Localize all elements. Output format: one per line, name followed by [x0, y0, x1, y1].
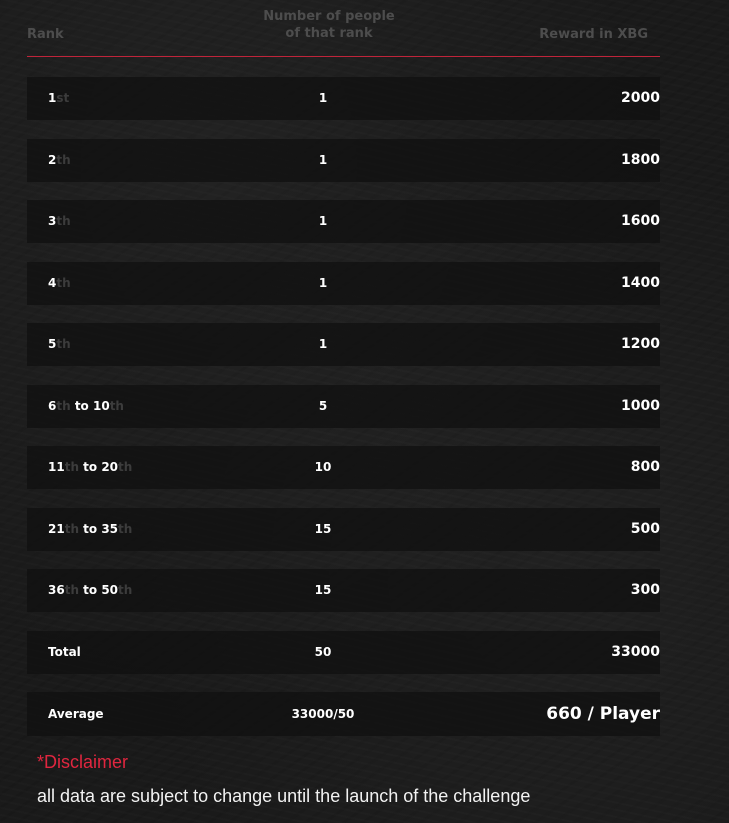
reward-column-header: Reward in XBG	[539, 27, 648, 42]
reward-table: 1st 1 2000 2th 1 1800 3th 1 1600 4th 1 1…	[27, 77, 660, 755]
rank-range-separator: to	[78, 460, 102, 474]
count-cell: 1	[318, 152, 328, 167]
reward-cell: 1400	[621, 274, 660, 291]
count-cell: 1	[318, 337, 328, 351]
table-row: 36th to 50th 15 300	[27, 569, 660, 612]
rank-number-end: 50	[101, 583, 119, 597]
reward-cell: 1800	[621, 151, 660, 168]
rank-suffix: th	[56, 337, 71, 351]
average-label: Average	[48, 707, 104, 721]
rank-suffix-end: th	[109, 398, 124, 413]
rank-cell: 6th to 10th	[48, 385, 124, 428]
reward-cell: 1600	[621, 213, 660, 229]
rank-cell: 11th to 20th	[48, 446, 132, 489]
average-row: Average 33000/50 660 / Player	[27, 692, 660, 736]
disclaimer-text: all data are subject to change until the…	[37, 786, 531, 806]
count-header-line2: of that rank	[285, 26, 373, 41]
table-row: 11th to 20th 10 800	[27, 446, 660, 489]
count-cell: 10	[314, 460, 332, 474]
total-label: Total	[48, 644, 81, 659]
rank-number-end: 10	[92, 398, 110, 413]
count-cell: 15	[314, 583, 332, 597]
count-column-header: Number of people of that rank	[261, 8, 397, 42]
count-header-line1: Number of people	[263, 9, 395, 24]
rank-number: 11	[48, 460, 65, 474]
count-cell: 1	[318, 91, 328, 105]
disclaimer-title: *Disclaimer	[37, 752, 129, 772]
rank-suffix: th	[56, 214, 71, 228]
reward-cell: 1200	[621, 336, 660, 352]
rank-suffix: th	[56, 398, 71, 413]
rank-range-separator: to	[78, 521, 102, 536]
table-row: 4th 1 1400	[27, 261, 660, 305]
table-header: Rank Number of people of that rank Rewar…	[27, 0, 660, 57]
table-row: 5th 1 1200	[27, 323, 660, 366]
rank-number-end: 20	[101, 460, 119, 474]
rank-cell: 3th	[48, 200, 71, 243]
rank-suffix: th	[64, 460, 79, 474]
count-cell: 15	[314, 521, 332, 536]
reward-cell: 500	[630, 520, 660, 537]
total-count: 50	[314, 644, 332, 659]
reward-cell: 1000	[621, 397, 660, 414]
table-row: 21th to 35th 15 500	[27, 507, 660, 551]
rank-suffix: st	[56, 91, 70, 105]
rank-range-separator: to	[78, 583, 102, 597]
rank-cell: 21th to 35th	[48, 508, 132, 551]
rank-suffix-end: th	[118, 521, 133, 536]
total-reward: 33000	[611, 643, 660, 660]
rank-number-end: 35	[101, 521, 119, 536]
average-reward: 660 / Player	[546, 704, 660, 724]
rank-suffix-end: th	[118, 583, 133, 597]
rank-cell: 4th	[48, 262, 71, 305]
rank-suffix: th	[56, 275, 71, 290]
count-cell: 1	[318, 214, 328, 228]
reward-cell: 800	[630, 459, 660, 475]
rank-suffix-end: th	[118, 460, 133, 474]
table-row: 1st 1 2000	[27, 77, 660, 120]
rank-suffix: th	[56, 152, 71, 167]
rank-cell: 36th to 50th	[48, 569, 132, 612]
rank-column-header: Rank	[27, 27, 64, 42]
reward-cell: 300	[630, 582, 660, 598]
rank-range-separator: to	[70, 398, 93, 413]
count-cell: 1	[318, 275, 328, 290]
rank-cell: 5th	[48, 323, 71, 366]
rank-suffix: th	[64, 521, 79, 536]
table-row: 2th 1 1800	[27, 138, 660, 182]
rank-suffix: th	[64, 583, 79, 597]
table-row: 3th 1 1600	[27, 200, 660, 243]
average-count: 33000/50	[291, 707, 355, 721]
table-row: 6th to 10th 5 1000	[27, 384, 660, 428]
rank-number: 36	[48, 583, 65, 597]
rank-number: 21	[48, 521, 65, 536]
rank-cell: 1st	[48, 77, 69, 120]
reward-cell: 2000	[621, 90, 660, 106]
total-row: Total 50 33000	[27, 630, 660, 674]
count-cell: 5	[318, 398, 328, 413]
rank-cell: 2th	[48, 139, 71, 182]
